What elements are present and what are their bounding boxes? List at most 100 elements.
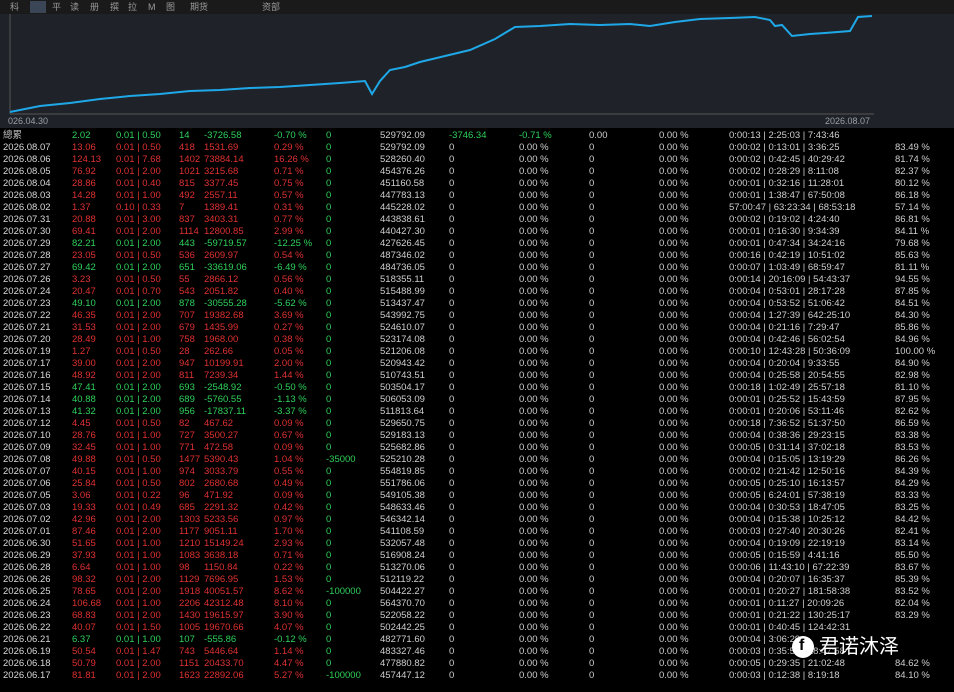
cell-d: 20433.70 (204, 658, 244, 669)
table-row[interactable]: 2026.07.21 31.53 0.01 | 2.00 679 1435.99 0.27… (0, 322, 954, 334)
cell-d: 1531.69 (204, 142, 239, 153)
table-row[interactable]: 2026.07.20 28.49 0.01 | 1.00 758 1968.00 0.38… (0, 334, 954, 346)
table-row[interactable]: 2026.07.31 20.88 0.01 | 3.00 837 3403.31 0.77… (0, 214, 954, 226)
table-row[interactable]: 2026.08.03 14.28 0.01 | 1.00 492 2557.11 0.57… (0, 190, 954, 202)
cell-e: -0.50 % (274, 382, 307, 393)
cell-d: 3500.27 (204, 430, 239, 441)
menu-item-7[interactable]: M (148, 1, 156, 13)
cell-f: 0 (326, 274, 332, 285)
table-row[interactable]: 2026.07.12 4.45 0.01 | 0.50 82 467.62 0.09 % 0… (0, 418, 954, 430)
menu-item-5[interactable]: 撰 (110, 1, 119, 13)
cell-i: 0.00 % (519, 454, 549, 465)
menu-item-8[interactable]: 图 (166, 1, 175, 13)
cell-date: 2026.07.08 (3, 454, 51, 465)
table-row[interactable]: 2026.06.29 37.93 0.01 | 1.00 1083 3638.18 0.7… (0, 550, 954, 562)
cell-j: 0 (589, 334, 595, 345)
menu-item-2[interactable]: 平 (52, 1, 61, 13)
cell-d: -33619.06 (204, 262, 247, 273)
table-row[interactable]: 2026.07.07 40.15 0.01 | 1.00 974 3033.79 0.55… (0, 466, 954, 478)
table-row[interactable]: 2026.06.26 98.32 0.01 | 2.00 1129 7696.95 1.5… (0, 574, 954, 586)
cell-date: 2026.07.01 (3, 526, 51, 537)
table-row[interactable]: 2026.06.25 78.65 0.01 | 2.00 1918 40051.57 8.… (0, 586, 954, 598)
menu-item-3[interactable]: 读 (70, 1, 79, 13)
cell-b: 0.01 | 2.00 (116, 322, 161, 333)
cell-g: 487346.02 (380, 250, 425, 261)
table-row[interactable]: 2026.07.22 46.35 0.01 | 2.00 707 19382.68 3.6… (0, 310, 954, 322)
table-row[interactable]: 2026.07.14 40.88 0.01 | 2.00 689 -5760.55 -1.… (0, 394, 954, 406)
table-row[interactable]: 2026.06.17 81.81 0.01 | 2.00 1623 22892.06 5.… (0, 670, 954, 682)
table-row[interactable]: 2026.06.28 6.64 0.01 | 1.00 98 1150.84 0.22 %… (0, 562, 954, 574)
cell-k: 0.00 % (659, 238, 689, 249)
cell-m: 86.18 % (895, 190, 930, 201)
table-row[interactable]: 2026.08.04 28.86 0.01 | 0.40 815 3377.45 0.75… (0, 178, 954, 190)
cell-d: 42312.48 (204, 598, 244, 609)
table-row[interactable]: 2026.07.15 47.41 0.01 | 2.00 693 -2548.92 -0.… (0, 382, 954, 394)
table-row[interactable]: 2026.07.17 39.00 0.01 | 2.00 947 10199.91 2.0… (0, 358, 954, 370)
summary-f: 0 (326, 130, 332, 141)
cell-a: 1.27 (72, 346, 91, 357)
menu-item-active[interactable] (30, 1, 46, 13)
menu-item-0[interactable]: 科 (10, 1, 19, 13)
table-row[interactable]: 2026.07.05 3.06 0.01 | 0.22 96 471.92 0.09 % 0… (0, 490, 954, 502)
cell-h: 0 (449, 166, 455, 177)
cell-e: 4.47 % (274, 658, 304, 669)
cell-f: 0 (326, 658, 332, 669)
table-row[interactable]: 2026.07.03 19.33 0.01 | 0.49 685 2291.32 0.42… (0, 502, 954, 514)
table-row[interactable]: 2026.07.29 82.21 0.01 | 2.00 443 -59719.57 -1… (0, 238, 954, 250)
cell-g: 504422.27 (380, 586, 425, 597)
menu-item-9[interactable]: 期货 (190, 1, 208, 13)
table-row[interactable]: 2026.07.02 42.96 0.01 | 2.00 1303 5233.56 0.9… (0, 514, 954, 526)
table-row[interactable]: 2026.08.05 76.92 0.01 | 2.00 1021 3215.68 0.7… (0, 166, 954, 178)
table-row[interactable]: 2026.07.27 69.42 0.01 | 2.00 651 -33619.06 -6… (0, 262, 954, 274)
cell-c: 98 (179, 562, 190, 573)
cell-f: 0 (326, 430, 332, 441)
cell-date: 2026.07.21 (3, 322, 51, 333)
cell-k: 0.00 % (659, 370, 689, 381)
table-row[interactable]: 2026.07.23 49.10 0.01 | 2.00 878 -30555.28 -5… (0, 298, 954, 310)
cell-k: 0.00 % (659, 154, 689, 165)
cell-l: 0:00:01 | 0:32:16 | 11:28:01 (729, 178, 845, 189)
cell-j: 0 (589, 322, 595, 333)
cell-b: 0.01 | 0.50 (116, 142, 161, 153)
cell-h: 0 (449, 178, 455, 189)
table-row[interactable]: 2026.07.08 49.88 0.01 | 0.50 1477 5390.43 1.0… (0, 454, 954, 466)
table-row[interactable]: 2026.06.24 106.68 0.01 | 1.00 2206 42312.48 8… (0, 598, 954, 610)
cell-l: 0:00:05 | 0:31:14 | 37:02:18 (729, 442, 845, 453)
table-row[interactable]: 2026.07.19 1.27 0.01 | 0.50 28 262.66 0.05 % 0… (0, 346, 954, 358)
table-row[interactable]: 2026.06.23 68.83 0.01 | 2.00 1430 19615.97 3.… (0, 610, 954, 622)
table-row[interactable]: 2026.07.30 69.41 0.01 | 2.00 1114 12800.85 2.… (0, 226, 954, 238)
table-row[interactable]: 2026.07.24 20.47 0.01 | 0.70 543 2051.82 0.40… (0, 286, 954, 298)
menu-item-10[interactable]: 资部 (262, 1, 280, 13)
cell-g: 502442.25 (380, 622, 425, 633)
summary-k: 0.00 % (659, 130, 689, 141)
table-row[interactable]: 2026.06.30 51.65 0.01 | 1.00 1210 15149.24 2.… (0, 538, 954, 550)
table-row[interactable]: 2026.08.07 13.06 0.01 | 0.50 418 1531.69 0.29… (0, 142, 954, 154)
summary-row[interactable]: 總累 2.02 0.01 | 0.50 14 -3726.58 -0.70 % … (0, 130, 954, 142)
table-row[interactable]: 2026.07.16 48.92 0.01 | 2.00 811 7239.34 1.44… (0, 370, 954, 382)
cell-m: 83.52 % (895, 586, 930, 597)
weibo-logo-icon: f (792, 636, 814, 658)
table-row[interactable]: 2026.07.13 41.32 0.01 | 2.00 956 -17837.11 -3… (0, 406, 954, 418)
table-row[interactable]: 2026.07.28 23.05 0.01 | 0.50 536 2609.97 0.54… (0, 250, 954, 262)
table-row[interactable]: 2026.07.09 32.45 0.01 | 1.00 771 472.58 0.09 … (0, 442, 954, 454)
cell-j: 0 (589, 478, 595, 489)
watermark: f 君诺沐泽 (792, 630, 950, 664)
cell-b: 0.01 | 7.68 (116, 154, 161, 165)
table-row[interactable]: 2026.08.02 1.37 0.10 | 0.33 7 1389.41 0.31 % 0… (0, 202, 954, 214)
cell-c: 28 (179, 346, 190, 357)
table-row[interactable]: 2026.07.01 87.46 0.01 | 2.00 1177 9051.11 1.7… (0, 526, 954, 538)
table-row[interactable]: 2026.07.26 3.23 0.01 | 0.50 55 2866.12 0.56 %… (0, 274, 954, 286)
cell-e: 0.40 % (274, 286, 304, 297)
cell-j: 0 (589, 262, 595, 273)
cell-j: 0 (589, 526, 595, 537)
cell-j: 0 (589, 538, 595, 549)
table-row[interactable]: 2026.07.10 28.76 0.01 | 1.00 727 3500.27 0.67… (0, 430, 954, 442)
cell-i: 0.00 % (519, 538, 549, 549)
table-row[interactable]: 2026.08.06 124.13 0.01 | 7.68 1402 73884.14 1… (0, 154, 954, 166)
cell-a: 14.28 (72, 190, 96, 201)
table-row[interactable]: 2026.07.06 25.84 0.01 | 0.50 802 2680.68 0.49… (0, 478, 954, 490)
menu-item-4[interactable]: 册 (90, 1, 99, 13)
cell-j: 0 (589, 658, 595, 669)
menu-item-6[interactable]: 拉 (128, 1, 137, 13)
cell-b: 0.01 | 0.50 (116, 274, 161, 285)
